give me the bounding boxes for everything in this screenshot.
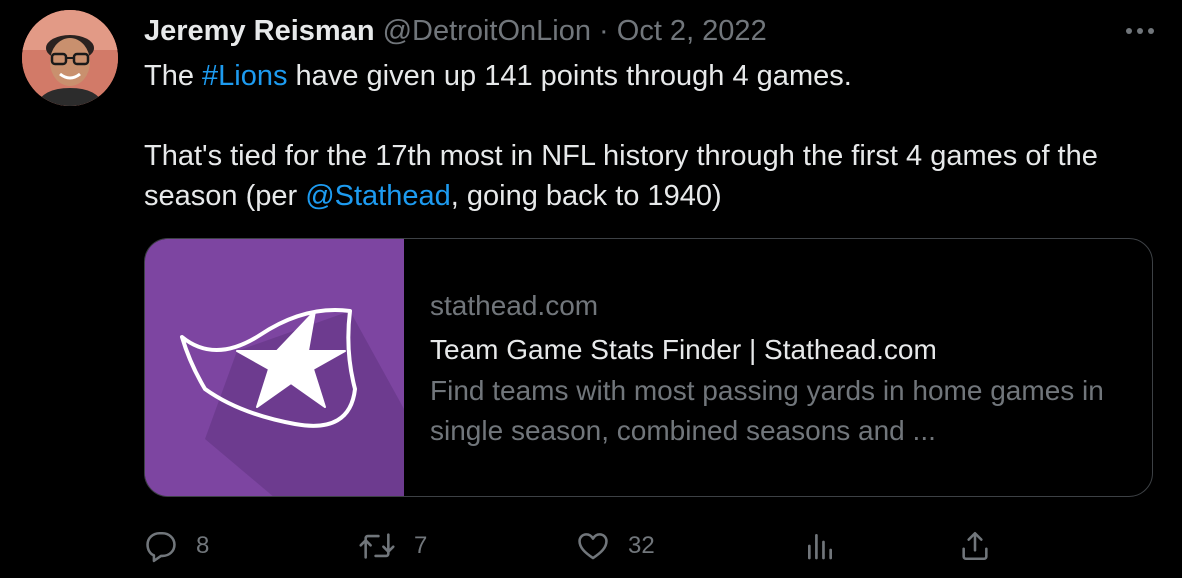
tweet-header: Jeremy Reisman @DetroitOnLion · Oct 2, 2… (144, 14, 767, 48)
reply-icon (144, 529, 178, 563)
share-button[interactable] (958, 524, 992, 568)
analytics-icon (804, 530, 836, 562)
tweet-text: The #Lions have given up 141 points thro… (144, 56, 1144, 216)
tweet-actions: 8 7 32 (144, 524, 1153, 568)
share-icon (958, 529, 992, 563)
card-description: Find teams with most passing yards in ho… (430, 375, 1104, 446)
tweet[interactable]: Jeremy Reisman @DetroitOnLion · Oct 2, 2… (0, 0, 1182, 578)
tweet-text-segment: have given up 141 points through 4 games… (287, 60, 852, 92)
more-icon (1125, 27, 1155, 35)
avatar[interactable] (22, 10, 118, 106)
card-body: stathead.com Team Game Stats Finder | St… (430, 289, 1132, 451)
author-name[interactable]: Jeremy Reisman (144, 15, 375, 47)
views-button[interactable] (804, 524, 836, 568)
reply-button[interactable]: 8 (144, 524, 209, 568)
tweet-text-segment: , going back to 1940) (450, 180, 722, 212)
retweet-button[interactable]: 7 (358, 524, 427, 568)
card-title: Team Game Stats Finder | Stathead.com (430, 334, 937, 365)
like-button[interactable]: 32 (576, 524, 655, 568)
card-image (145, 239, 404, 496)
hashtag-link[interactable]: #Lions (202, 60, 287, 92)
tweet-paragraph-2: That's tied for the 17th most in NFL his… (144, 136, 1144, 216)
mention-link[interactable]: @Stathead (305, 180, 451, 212)
tweet-text-segment: The (144, 60, 203, 92)
author-handle[interactable]: @DetroitOnLion (383, 15, 591, 47)
tweet-date[interactable]: Oct 2, 2022 (617, 15, 767, 47)
link-card[interactable]: stathead.com Team Game Stats Finder | St… (144, 238, 1153, 497)
retweet-icon (358, 529, 396, 563)
card-domain: stathead.com (430, 290, 599, 321)
tweet-paragraph-1: The #Lions have given up 141 points thro… (144, 56, 1144, 96)
like-count: 32 (628, 532, 655, 559)
retweet-count: 7 (414, 532, 428, 559)
reply-count: 8 (196, 532, 210, 559)
more-button[interactable] (1120, 14, 1160, 48)
heart-icon (576, 529, 610, 563)
separator: · (599, 15, 609, 47)
